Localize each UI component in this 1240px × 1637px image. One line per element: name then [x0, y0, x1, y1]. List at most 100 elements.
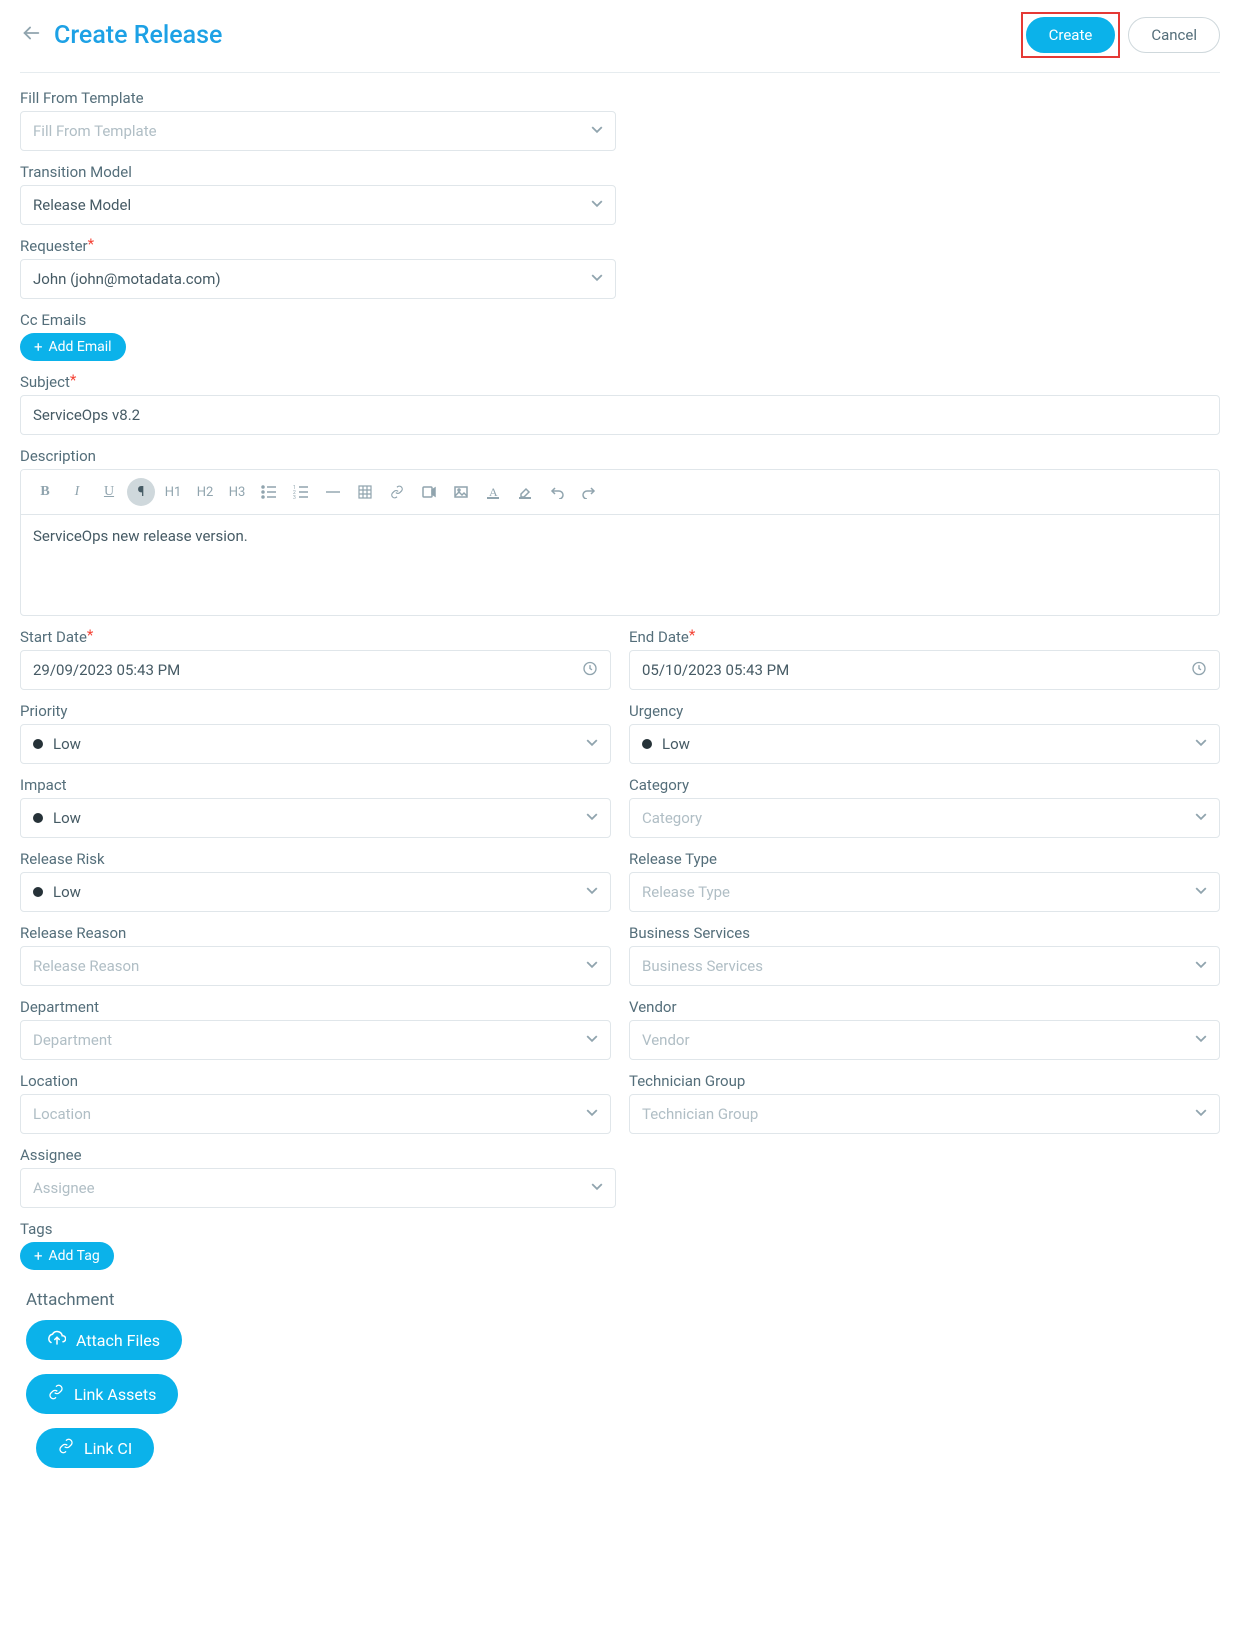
chevron-down-icon	[591, 124, 603, 139]
priority-select[interactable]: Low	[20, 724, 611, 764]
cc-emails-field: Cc Emails + Add Email	[20, 311, 1220, 361]
chevron-down-icon	[586, 811, 598, 826]
start-date-input[interactable]: 29/09/2023 05:43 PM	[20, 650, 611, 690]
tags-field: Tags + Add Tag	[20, 1220, 1220, 1270]
release-reason-select[interactable]: Release Reason	[20, 946, 611, 986]
urgency-select[interactable]: Low	[629, 724, 1220, 764]
chevron-down-icon	[591, 198, 603, 213]
ordered-list-icon[interactable]: 123	[287, 478, 315, 506]
description-label: Description	[20, 447, 1220, 465]
fill-from-template-select[interactable]: Fill From Template	[20, 111, 616, 151]
undo-icon[interactable]	[543, 478, 571, 506]
release-type-label: Release Type	[629, 850, 1220, 868]
h1-icon[interactable]: H1	[159, 478, 187, 506]
plus-icon: +	[34, 340, 43, 355]
create-button-highlight: Create	[1021, 12, 1121, 58]
release-reason-field: Release Reason Release Reason	[20, 924, 611, 986]
add-email-button[interactable]: + Add Email	[20, 333, 126, 361]
release-risk-field: Release Risk Low	[20, 850, 611, 912]
clock-icon	[1191, 661, 1207, 680]
attachment-section: Attachment Attach Files Link Assets Link…	[20, 1282, 1220, 1468]
chevron-down-icon	[591, 272, 603, 287]
technician-group-label: Technician Group	[629, 1072, 1220, 1090]
subject-field: Subject*	[20, 373, 1220, 435]
category-field: Category Category	[629, 776, 1220, 838]
technician-group-field: Technician Group Technician Group	[629, 1072, 1220, 1134]
description-textarea[interactable]: ServiceOps new release version.	[21, 515, 1219, 615]
priority-dot-icon	[33, 887, 43, 897]
editor-toolbar: B I U ¶ H1 H2 H3 123 A	[21, 470, 1219, 515]
font-color-icon[interactable]: A	[479, 478, 507, 506]
h3-icon[interactable]: H3	[223, 478, 251, 506]
chevron-down-icon	[586, 959, 598, 974]
priority-label: Priority	[20, 702, 611, 720]
attach-files-button[interactable]: Attach Files	[26, 1320, 182, 1360]
urgency-field: Urgency Low	[629, 702, 1220, 764]
description-field: Description B I U ¶ H1 H2 H3 123	[20, 447, 1220, 616]
release-risk-label: Release Risk	[20, 850, 611, 868]
vendor-label: Vendor	[629, 998, 1220, 1016]
requester-select[interactable]: John (john@motadata.com)	[20, 259, 616, 299]
italic-icon[interactable]: I	[63, 478, 91, 506]
end-date-input[interactable]: 05/10/2023 05:43 PM	[629, 650, 1220, 690]
fill-from-template-label: Fill From Template	[20, 89, 616, 107]
back-arrow-icon[interactable]	[20, 22, 42, 49]
transition-model-label: Transition Model	[20, 163, 616, 181]
cancel-button[interactable]: Cancel	[1128, 17, 1220, 53]
add-tag-button[interactable]: + Add Tag	[20, 1242, 114, 1270]
chevron-down-icon	[586, 885, 598, 900]
vendor-select[interactable]: Vendor	[629, 1020, 1220, 1060]
technician-group-select[interactable]: Technician Group	[629, 1094, 1220, 1134]
release-type-field: Release Type Release Type	[629, 850, 1220, 912]
chevron-down-icon	[1195, 1107, 1207, 1122]
underline-icon[interactable]: U	[95, 478, 123, 506]
release-type-select[interactable]: Release Type	[629, 872, 1220, 912]
redo-icon[interactable]	[575, 478, 603, 506]
create-button[interactable]: Create	[1026, 17, 1116, 53]
priority-dot-icon	[33, 739, 43, 749]
priority-field: Priority Low	[20, 702, 611, 764]
subject-input[interactable]	[20, 395, 1220, 435]
link-icon[interactable]	[383, 478, 411, 506]
assignee-field: Assignee Assignee	[20, 1146, 616, 1208]
highlight-icon[interactable]	[511, 478, 539, 506]
chevron-down-icon	[1195, 959, 1207, 974]
description-editor: B I U ¶ H1 H2 H3 123 A	[20, 469, 1220, 616]
page-header: Create Release Create Cancel	[20, 6, 1220, 73]
assignee-label: Assignee	[20, 1146, 616, 1164]
bold-icon[interactable]: B	[31, 478, 59, 506]
release-risk-select[interactable]: Low	[20, 872, 611, 912]
impact-select[interactable]: Low	[20, 798, 611, 838]
department-select[interactable]: Department	[20, 1020, 611, 1060]
h2-icon[interactable]: H2	[191, 478, 219, 506]
tags-label: Tags	[20, 1220, 1220, 1238]
assignee-select[interactable]: Assignee	[20, 1168, 616, 1208]
image-icon[interactable]	[447, 478, 475, 506]
department-label: Department	[20, 998, 611, 1016]
chevron-down-icon	[1195, 1033, 1207, 1048]
end-date-field: End Date* 05/10/2023 05:43 PM	[629, 628, 1220, 690]
link-assets-button[interactable]: Link Assets	[26, 1374, 178, 1414]
video-icon[interactable]	[415, 478, 443, 506]
link-icon	[58, 1438, 74, 1458]
fill-from-template-field: Fill From Template Fill From Template	[20, 89, 616, 151]
attachment-label: Attachment	[26, 1290, 1220, 1310]
release-reason-label: Release Reason	[20, 924, 611, 942]
page-title: Create Release	[54, 21, 222, 50]
location-select[interactable]: Location	[20, 1094, 611, 1134]
cc-emails-label: Cc Emails	[20, 311, 1220, 329]
bullet-list-icon[interactable]	[255, 478, 283, 506]
link-ci-button[interactable]: Link CI	[36, 1428, 154, 1468]
chevron-down-icon	[586, 737, 598, 752]
location-label: Location	[20, 1072, 611, 1090]
paragraph-icon[interactable]: ¶	[127, 478, 155, 506]
upload-icon	[48, 1330, 66, 1350]
department-field: Department Department	[20, 998, 611, 1060]
category-select[interactable]: Category	[629, 798, 1220, 838]
table-icon[interactable]	[351, 478, 379, 506]
chevron-down-icon	[586, 1107, 598, 1122]
horizontal-rule-icon[interactable]	[319, 478, 347, 506]
transition-model-select[interactable]: Release Model	[20, 185, 616, 225]
business-services-select[interactable]: Business Services	[629, 946, 1220, 986]
chevron-down-icon	[586, 1033, 598, 1048]
